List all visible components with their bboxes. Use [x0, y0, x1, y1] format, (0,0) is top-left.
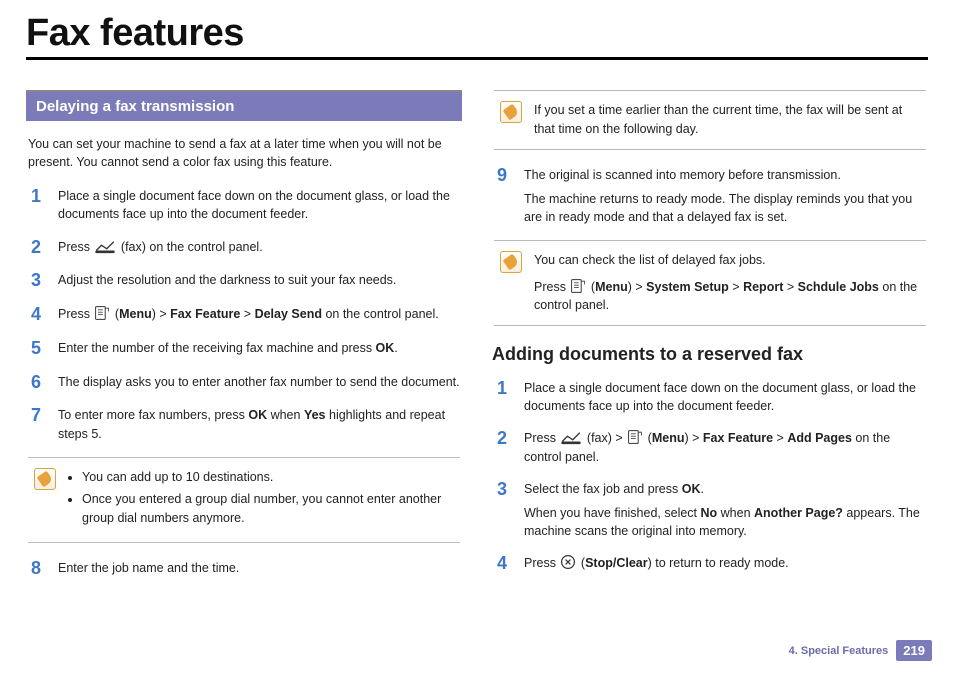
step-2: 2 Press (fax) on the control panel.: [28, 238, 460, 258]
chapter-label: 4. Special Features: [789, 645, 889, 657]
step-text: The original is scanned into memory befo…: [524, 166, 926, 226]
stop-clear-icon: [560, 554, 576, 570]
step-text: Press (fax) on the control panel.: [58, 238, 460, 256]
note-item: Once you entered a group dial number, yo…: [82, 490, 454, 528]
note-icon: [500, 251, 522, 273]
step-number: 2: [494, 429, 510, 449]
step-text: Enter the number of the receiving fax ma…: [58, 339, 460, 357]
step-text: Place a single document face down on the…: [58, 187, 460, 223]
step-1: 1 Place a single document face down on t…: [28, 187, 460, 223]
note-body: You can check the list of delayed fax jo…: [534, 251, 920, 315]
step-text: The display asks you to enter another fa…: [58, 373, 460, 391]
right-column: If you set a time earlier than the curre…: [492, 90, 928, 593]
step-text: Select the fax job and press OK. When yo…: [524, 480, 926, 540]
page-number-badge: 219: [896, 640, 932, 661]
step-text: Place a single document face down on the…: [524, 379, 926, 415]
section-intro: You can set your machine to send a fax a…: [28, 135, 460, 171]
title-rule: [26, 57, 928, 60]
page-footer: 4. Special Features 219: [789, 640, 932, 661]
step-7: 7 To enter more fax numbers, press OK wh…: [28, 406, 460, 442]
step-text: Enter the job name and the time.: [58, 559, 460, 577]
step-4: 4 Press (Menu) > Fax Feature > Delay Sen…: [28, 305, 460, 325]
step-number: 4: [28, 305, 44, 325]
menu-icon: [627, 429, 643, 445]
section-heading-delaying: Delaying a fax transmission: [26, 90, 462, 121]
note-box: You can check the list of delayed fax jo…: [494, 240, 926, 326]
step-number: 2: [28, 238, 44, 258]
step-number: 6: [28, 373, 44, 393]
page-title: Fax features: [26, 12, 928, 55]
step-3: 3 Adjust the resolution and the darkness…: [28, 271, 460, 291]
note-item: You can add up to 10 destinations.: [82, 468, 454, 487]
step-5: 5 Enter the number of the receiving fax …: [28, 339, 460, 359]
step-number: 7: [28, 406, 44, 426]
step-6: 6 The display asks you to enter another …: [28, 373, 460, 393]
note-body: You can add up to 10 destinations. Once …: [68, 468, 454, 532]
note-box: If you set a time earlier than the curre…: [494, 90, 926, 150]
step-number: 5: [28, 339, 44, 359]
note-body: If you set a time earlier than the curre…: [534, 101, 920, 139]
steps-list-add: 1 Place a single document face down on t…: [494, 379, 926, 574]
subheading-adding-docs: Adding documents to a reserved fax: [492, 344, 928, 365]
content-columns: Delaying a fax transmission You can set …: [26, 90, 928, 593]
steps-list-cont: 8 Enter the job name and the time.: [28, 559, 460, 579]
menu-icon: [94, 305, 110, 321]
note-icon: [34, 468, 56, 490]
steps-list: 1 Place a single document face down on t…: [28, 187, 460, 442]
step-number: 3: [494, 480, 510, 500]
add-step-4: 4 Press (Stop/Clear) to return to ready …: [494, 554, 926, 574]
step-number: 1: [494, 379, 510, 399]
step-text: To enter more fax numbers, press OK when…: [58, 406, 460, 442]
step-text: Press (fax) > (Menu) > Fax Feature > Add…: [524, 429, 926, 465]
step-8: 8 Enter the job name and the time.: [28, 559, 460, 579]
fax-icon: [94, 240, 116, 254]
note-icon: [500, 101, 522, 123]
add-step-1: 1 Place a single document face down on t…: [494, 379, 926, 415]
step-text: Adjust the resolution and the darkness t…: [58, 271, 460, 289]
step-number: 9: [494, 166, 510, 186]
step-number: 4: [494, 554, 510, 574]
note-box: You can add up to 10 destinations. Once …: [28, 457, 460, 543]
step-number: 1: [28, 187, 44, 207]
add-step-3: 3 Select the fax job and press OK. When …: [494, 480, 926, 540]
manual-page: Fax features Delaying a fax transmission…: [0, 0, 954, 593]
step-9: 9 The original is scanned into memory be…: [494, 166, 926, 226]
step-number: 8: [28, 559, 44, 579]
steps-list-cont: 9 The original is scanned into memory be…: [494, 166, 926, 226]
fax-icon: [560, 431, 582, 445]
add-step-2: 2 Press (fax) > (Menu) > Fax Feature > A…: [494, 429, 926, 465]
left-column: Delaying a fax transmission You can set …: [26, 90, 462, 593]
step-text: Press (Stop/Clear) to return to ready mo…: [524, 554, 926, 572]
step-text: Press (Menu) > Fax Feature > Delay Send …: [58, 305, 460, 323]
step-number: 3: [28, 271, 44, 291]
menu-icon: [570, 278, 586, 294]
